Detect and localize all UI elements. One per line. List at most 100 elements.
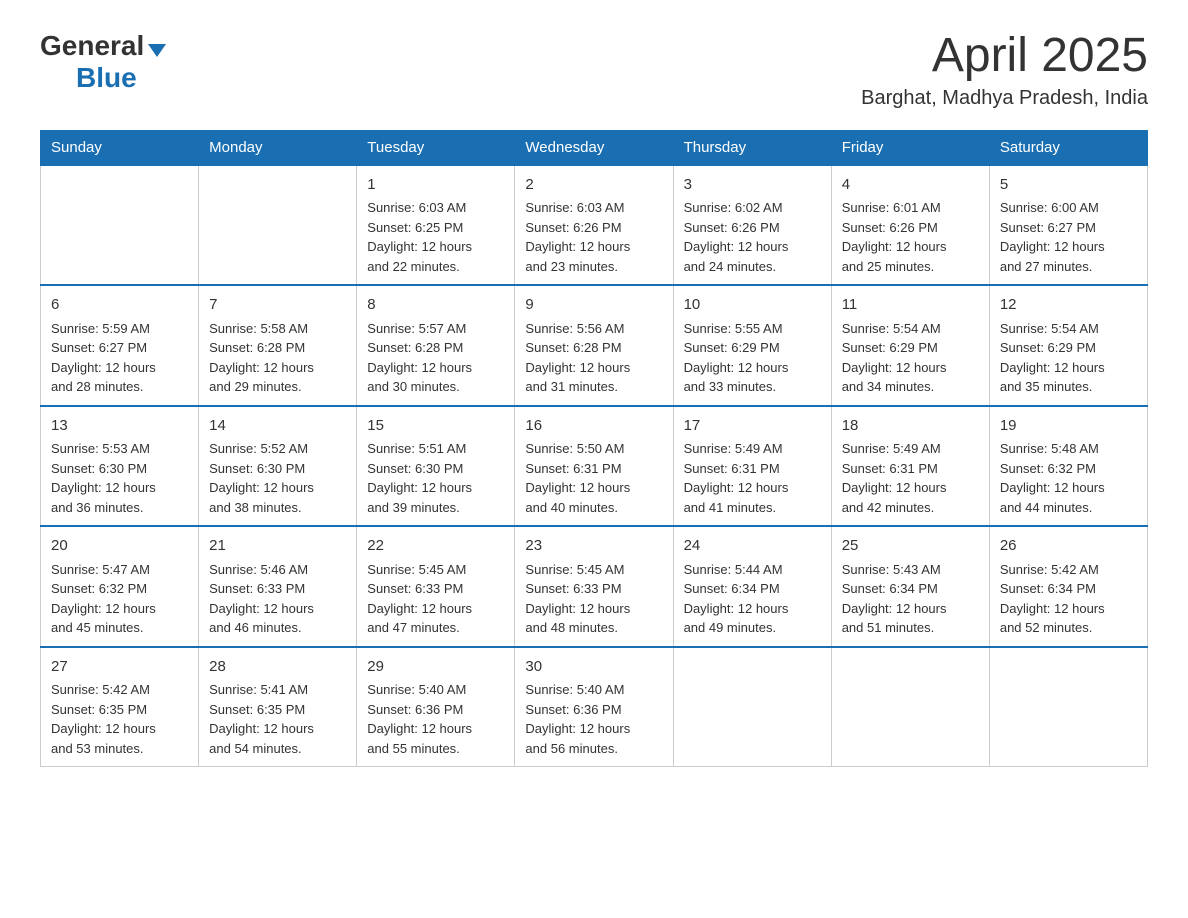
- day-number: 20: [51, 535, 188, 558]
- calendar-cell: 18Sunrise: 5:49 AM Sunset: 6:31 PM Dayli…: [831, 406, 989, 527]
- day-info: Sunrise: 5:42 AM Sunset: 6:34 PM Dayligh…: [1000, 560, 1137, 638]
- day-number: 19: [1000, 415, 1137, 438]
- day-info: Sunrise: 5:46 AM Sunset: 6:33 PM Dayligh…: [209, 560, 346, 638]
- page-header: General Blue April 2025 Barghat, Madhya …: [40, 30, 1148, 110]
- calendar-cell: 25Sunrise: 5:43 AM Sunset: 6:34 PM Dayli…: [831, 526, 989, 647]
- calendar-day-header: Thursday: [673, 130, 831, 165]
- day-number: 1: [367, 174, 504, 197]
- day-info: Sunrise: 5:54 AM Sunset: 6:29 PM Dayligh…: [1000, 319, 1137, 397]
- calendar-day-header: Saturday: [989, 130, 1147, 165]
- calendar-cell: 28Sunrise: 5:41 AM Sunset: 6:35 PM Dayli…: [199, 647, 357, 767]
- calendar-cell: 2Sunrise: 6:03 AM Sunset: 6:26 PM Daylig…: [515, 165, 673, 286]
- calendar-cell: [673, 647, 831, 767]
- day-info: Sunrise: 5:54 AM Sunset: 6:29 PM Dayligh…: [842, 319, 979, 397]
- day-number: 7: [209, 294, 346, 317]
- day-info: Sunrise: 6:00 AM Sunset: 6:27 PM Dayligh…: [1000, 198, 1137, 276]
- week-row: 27Sunrise: 5:42 AM Sunset: 6:35 PM Dayli…: [41, 647, 1148, 767]
- calendar-cell: 1Sunrise: 6:03 AM Sunset: 6:25 PM Daylig…: [357, 165, 515, 286]
- calendar-header-row: SundayMondayTuesdayWednesdayThursdayFrid…: [41, 130, 1148, 165]
- day-number: 30: [525, 656, 662, 679]
- day-info: Sunrise: 5:40 AM Sunset: 6:36 PM Dayligh…: [525, 680, 662, 758]
- day-info: Sunrise: 5:53 AM Sunset: 6:30 PM Dayligh…: [51, 439, 188, 517]
- day-info: Sunrise: 6:03 AM Sunset: 6:26 PM Dayligh…: [525, 198, 662, 276]
- calendar-cell: 20Sunrise: 5:47 AM Sunset: 6:32 PM Dayli…: [41, 526, 199, 647]
- calendar-cell: 14Sunrise: 5:52 AM Sunset: 6:30 PM Dayli…: [199, 406, 357, 527]
- day-info: Sunrise: 5:56 AM Sunset: 6:28 PM Dayligh…: [525, 319, 662, 397]
- calendar-cell: 12Sunrise: 5:54 AM Sunset: 6:29 PM Dayli…: [989, 285, 1147, 406]
- day-number: 16: [525, 415, 662, 438]
- day-info: Sunrise: 5:52 AM Sunset: 6:30 PM Dayligh…: [209, 439, 346, 517]
- day-number: 3: [684, 174, 821, 197]
- day-info: Sunrise: 6:02 AM Sunset: 6:26 PM Dayligh…: [684, 198, 821, 276]
- day-number: 6: [51, 294, 188, 317]
- day-info: Sunrise: 5:41 AM Sunset: 6:35 PM Dayligh…: [209, 680, 346, 758]
- week-row: 6Sunrise: 5:59 AM Sunset: 6:27 PM Daylig…: [41, 285, 1148, 406]
- calendar-cell: 16Sunrise: 5:50 AM Sunset: 6:31 PM Dayli…: [515, 406, 673, 527]
- day-number: 29: [367, 656, 504, 679]
- day-number: 25: [842, 535, 979, 558]
- day-number: 14: [209, 415, 346, 438]
- calendar-cell: 23Sunrise: 5:45 AM Sunset: 6:33 PM Dayli…: [515, 526, 673, 647]
- calendar-cell: 9Sunrise: 5:56 AM Sunset: 6:28 PM Daylig…: [515, 285, 673, 406]
- calendar-cell: 30Sunrise: 5:40 AM Sunset: 6:36 PM Dayli…: [515, 647, 673, 767]
- calendar-cell: 11Sunrise: 5:54 AM Sunset: 6:29 PM Dayli…: [831, 285, 989, 406]
- location-subtitle: Barghat, Madhya Pradesh, India: [861, 87, 1148, 110]
- day-info: Sunrise: 5:50 AM Sunset: 6:31 PM Dayligh…: [525, 439, 662, 517]
- calendar-cell: [41, 165, 199, 286]
- day-info: Sunrise: 5:40 AM Sunset: 6:36 PM Dayligh…: [367, 680, 504, 758]
- month-year-title: April 2025: [861, 30, 1148, 83]
- day-info: Sunrise: 5:57 AM Sunset: 6:28 PM Dayligh…: [367, 319, 504, 397]
- day-number: 2: [525, 174, 662, 197]
- calendar-cell: 21Sunrise: 5:46 AM Sunset: 6:33 PM Dayli…: [199, 526, 357, 647]
- calendar-cell: 27Sunrise: 5:42 AM Sunset: 6:35 PM Dayli…: [41, 647, 199, 767]
- day-info: Sunrise: 5:45 AM Sunset: 6:33 PM Dayligh…: [525, 560, 662, 638]
- day-info: Sunrise: 5:51 AM Sunset: 6:30 PM Dayligh…: [367, 439, 504, 517]
- calendar-cell: 15Sunrise: 5:51 AM Sunset: 6:30 PM Dayli…: [357, 406, 515, 527]
- calendar-cell: 19Sunrise: 5:48 AM Sunset: 6:32 PM Dayli…: [989, 406, 1147, 527]
- calendar-cell: 13Sunrise: 5:53 AM Sunset: 6:30 PM Dayli…: [41, 406, 199, 527]
- day-info: Sunrise: 5:58 AM Sunset: 6:28 PM Dayligh…: [209, 319, 346, 397]
- week-row: 1Sunrise: 6:03 AM Sunset: 6:25 PM Daylig…: [41, 165, 1148, 286]
- day-number: 27: [51, 656, 188, 679]
- day-number: 23: [525, 535, 662, 558]
- day-number: 10: [684, 294, 821, 317]
- day-number: 21: [209, 535, 346, 558]
- calendar-cell: 26Sunrise: 5:42 AM Sunset: 6:34 PM Dayli…: [989, 526, 1147, 647]
- calendar-cell: [831, 647, 989, 767]
- day-number: 12: [1000, 294, 1137, 317]
- day-number: 4: [842, 174, 979, 197]
- day-info: Sunrise: 5:59 AM Sunset: 6:27 PM Dayligh…: [51, 319, 188, 397]
- day-number: 9: [525, 294, 662, 317]
- calendar-cell: 22Sunrise: 5:45 AM Sunset: 6:33 PM Dayli…: [357, 526, 515, 647]
- calendar-cell: 5Sunrise: 6:00 AM Sunset: 6:27 PM Daylig…: [989, 165, 1147, 286]
- logo-triangle-icon: [148, 44, 166, 57]
- logo: General Blue: [40, 30, 166, 94]
- calendar-cell: [989, 647, 1147, 767]
- calendar-day-header: Sunday: [41, 130, 199, 165]
- calendar-cell: 29Sunrise: 5:40 AM Sunset: 6:36 PM Dayli…: [357, 647, 515, 767]
- day-number: 11: [842, 294, 979, 317]
- week-row: 13Sunrise: 5:53 AM Sunset: 6:30 PM Dayli…: [41, 406, 1148, 527]
- calendar-cell: 4Sunrise: 6:01 AM Sunset: 6:26 PM Daylig…: [831, 165, 989, 286]
- calendar-cell: 17Sunrise: 5:49 AM Sunset: 6:31 PM Dayli…: [673, 406, 831, 527]
- calendar-cell: 7Sunrise: 5:58 AM Sunset: 6:28 PM Daylig…: [199, 285, 357, 406]
- logo-general-text: General: [40, 30, 144, 62]
- day-number: 15: [367, 415, 504, 438]
- day-info: Sunrise: 5:49 AM Sunset: 6:31 PM Dayligh…: [842, 439, 979, 517]
- calendar-day-header: Monday: [199, 130, 357, 165]
- day-info: Sunrise: 6:01 AM Sunset: 6:26 PM Dayligh…: [842, 198, 979, 276]
- day-number: 5: [1000, 174, 1137, 197]
- day-number: 24: [684, 535, 821, 558]
- calendar-day-header: Tuesday: [357, 130, 515, 165]
- day-info: Sunrise: 5:49 AM Sunset: 6:31 PM Dayligh…: [684, 439, 821, 517]
- day-number: 17: [684, 415, 821, 438]
- calendar-table: SundayMondayTuesdayWednesdayThursdayFrid…: [40, 130, 1148, 768]
- day-info: Sunrise: 5:43 AM Sunset: 6:34 PM Dayligh…: [842, 560, 979, 638]
- day-info: Sunrise: 5:42 AM Sunset: 6:35 PM Dayligh…: [51, 680, 188, 758]
- day-number: 13: [51, 415, 188, 438]
- calendar-cell: 8Sunrise: 5:57 AM Sunset: 6:28 PM Daylig…: [357, 285, 515, 406]
- day-info: Sunrise: 5:45 AM Sunset: 6:33 PM Dayligh…: [367, 560, 504, 638]
- day-number: 28: [209, 656, 346, 679]
- week-row: 20Sunrise: 5:47 AM Sunset: 6:32 PM Dayli…: [41, 526, 1148, 647]
- calendar-cell: [199, 165, 357, 286]
